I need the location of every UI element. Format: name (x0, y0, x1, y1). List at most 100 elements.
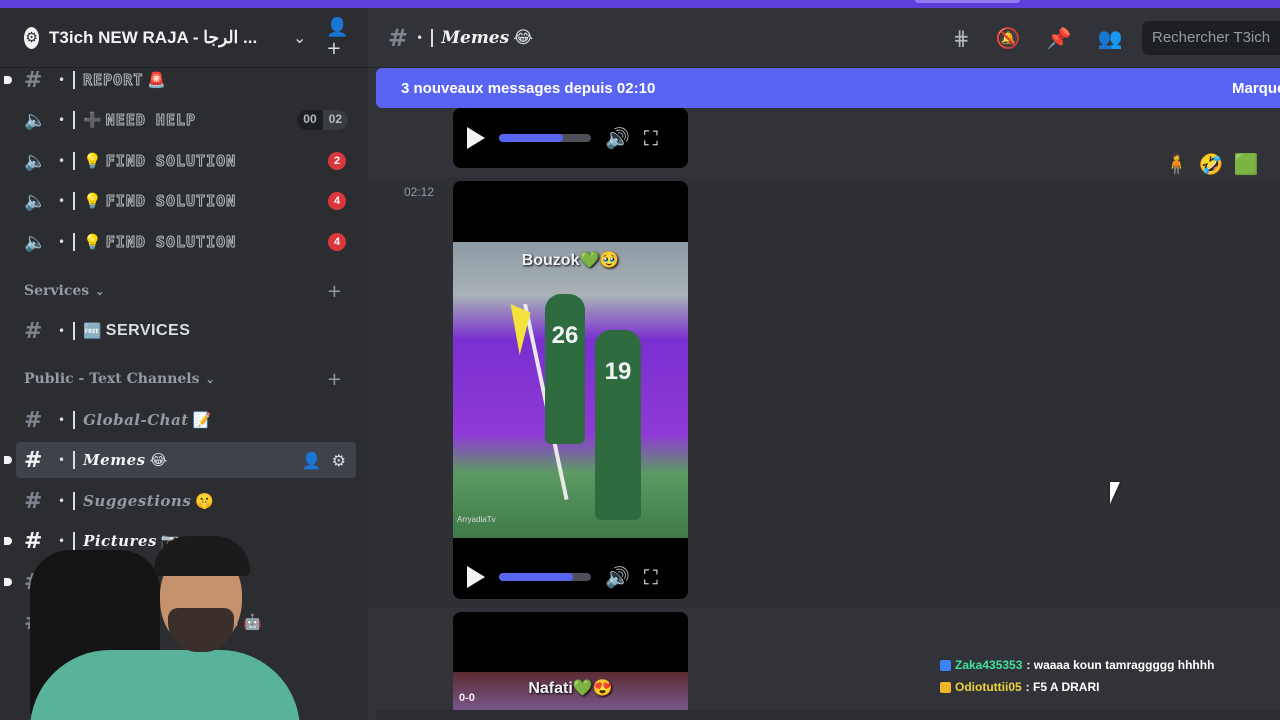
progress-bar[interactable] (499, 134, 591, 142)
category-public-text-channels[interactable]: Public - Text Channels ⌄ + (24, 367, 354, 391)
player-number: 26 (551, 322, 579, 349)
server-header[interactable]: ⚙ T3ich NEW RAJA - الرجا ... ⌄ 👤+ (0, 8, 368, 68)
voice-channel-find-solution-1[interactable]: 🔈 • 💡 FIND SOLUTION 2 (16, 143, 356, 179)
video-attachment-1[interactable]: 🔊 ⛶ (453, 108, 688, 168)
voice-user-count: 00 02 (297, 110, 348, 130)
channel-suggestions[interactable]: # • Suggestions 🤫 (16, 483, 356, 519)
video-attachment-2[interactable]: Bouzok💚🥹 26 19 ArryadiaTv 🔊 ⛶ (453, 181, 688, 599)
channel-emoji: 😂 (513, 27, 534, 48)
message-timestamp: 02:12 (404, 185, 435, 199)
stream-chat-overlay: Zaka435353 : waaaa koun tamraggggg hhhhh… (940, 654, 1280, 698)
video-frame: 0-0 Nafati💚😍 (453, 672, 688, 712)
channel-divider (73, 111, 76, 129)
play-icon[interactable] (467, 566, 485, 588)
channel-dot: • (58, 235, 66, 249)
reaction-emoji[interactable]: 🤣 (1199, 152, 1224, 176)
voice-channel-icon: 🔈 (24, 109, 47, 131)
channel-label: FIND SOLUTION (105, 233, 237, 252)
streamer-webcam-overlay (0, 530, 300, 720)
streamer-cap (154, 536, 250, 576)
lightbulb-emoji: 💡 (83, 152, 102, 170)
channel-dot: • (58, 194, 66, 208)
volume-icon[interactable]: 🔊 (605, 126, 630, 150)
selected-indicator (4, 456, 12, 464)
stream-chat-message: Odiotuttii05 : F5 A DRARI (940, 676, 1280, 698)
server-name[interactable]: T3ich NEW RAJA - الرجا ... (49, 28, 277, 48)
create-invite-icon[interactable]: 👤 (302, 451, 322, 470)
channel-report[interactable]: # • REPORT 🚨 (4, 68, 356, 98)
progress-fill (499, 573, 573, 581)
voice-count-limit: 02 (322, 110, 348, 130)
broadcaster-watermark: ArryadiaTv (457, 515, 496, 524)
video-controls: 🔊 ⛶ (453, 108, 688, 168)
text-channel-icon: # (24, 407, 43, 433)
create-channel-plus-icon[interactable]: + (327, 369, 342, 390)
channel-emoji: 🤫 (195, 492, 214, 510)
channel-dot: • (58, 154, 66, 168)
channel-global-chat[interactable]: # • Global-Chat 📝 (16, 402, 356, 438)
reaction-emoji[interactable]: 🧍 (1164, 152, 1189, 176)
channel-label: REPORT (83, 71, 144, 90)
channel-label: NEED HELP (105, 111, 197, 130)
channel-label: FIND SOLUTION (105, 192, 237, 211)
volume-icon[interactable]: 🔊 (605, 565, 630, 589)
voice-channel-find-solution-3[interactable]: 🔈 • 💡 FIND SOLUTION 4 (16, 224, 356, 260)
unread-indicator (4, 76, 12, 84)
progress-fill (499, 134, 564, 142)
chevron-down-icon: ⌄ (95, 284, 105, 298)
channel-emoji: 📝 (192, 411, 212, 429)
channel-divider (73, 71, 76, 89)
free-emoji: 🆓 (83, 322, 102, 340)
chevron-down-icon: ⌄ (205, 372, 215, 386)
chat-username: Odiotuttii05 (955, 680, 1022, 694)
fullscreen-icon[interactable]: ⛶ (644, 565, 658, 589)
progress-bar[interactable] (499, 573, 591, 581)
chat-badge-icon (940, 681, 951, 693)
channel-emoji: 😂 (149, 451, 168, 469)
invite-people-icon[interactable]: 👤+ (326, 17, 352, 59)
channel-memes[interactable]: # • Memes 😂 👤 ⚙ (4, 442, 356, 478)
fullscreen-icon[interactable]: ⛶ (644, 126, 658, 150)
new-messages-text: 3 nouveaux messages depuis 02:10 (401, 79, 656, 97)
text-channel-icon: # (24, 488, 43, 514)
channel-services[interactable]: # • 🆓 SERVICES (16, 313, 356, 349)
video-controls: 🔊 ⛶ (453, 555, 688, 599)
voice-channel-find-solution-2[interactable]: 🔈 • 💡 FIND SOLUTION 4 (16, 183, 356, 219)
chat-text: : F5 A DRARI (1025, 680, 1100, 694)
search-input[interactable]: Rechercher T3ich (1142, 21, 1280, 55)
threads-icon[interactable]: ⋕ (953, 26, 970, 50)
category-label: Services (24, 283, 90, 299)
channel-dot: • (58, 413, 66, 427)
mute-notifications-icon[interactable]: 🔕 (996, 26, 1021, 50)
lightbulb-emoji: 💡 (83, 192, 102, 210)
voice-channel-need-help[interactable]: 🔈 • ➕ NEED HELP 00 02 (16, 102, 356, 138)
channel-divider (73, 451, 76, 469)
category-services[interactable]: Services ⌄ + (24, 279, 354, 303)
mark-as-read-button[interactable]: Marquer (1232, 80, 1280, 97)
new-messages-banner[interactable]: 3 nouveaux messages depuis 02:10 Marquer (376, 68, 1280, 108)
channel-divider (73, 322, 76, 340)
create-channel-plus-icon[interactable]: + (327, 281, 342, 302)
voice-channel-icon: 🔈 (24, 190, 47, 212)
text-channel-icon: # (24, 68, 43, 93)
reaction-emoji[interactable]: 🟩 (1234, 152, 1259, 176)
stream-chat-message: Zaka435353 : waaaa koun tamraggggg hhhhh (940, 654, 1280, 676)
lightbulb-emoji: 💡 (83, 233, 102, 251)
play-icon[interactable] (467, 127, 485, 149)
video-attachment-3[interactable]: 0-0 Nafati💚😍 (453, 612, 688, 720)
streamer-beard (168, 608, 234, 652)
channel-divider (431, 28, 434, 47)
text-channel-icon: # (24, 447, 43, 473)
channel-title: Memes (441, 27, 510, 48)
member-list-icon[interactable]: 👥 (1098, 26, 1123, 50)
chevron-down-icon[interactable]: ⌄ (293, 28, 306, 47)
chat-text: : waaaa koun tamraggggg hhhhh (1026, 658, 1215, 672)
pin-icon[interactable]: 📌 (1047, 26, 1072, 50)
video-frame: Bouzok💚🥹 26 19 ArryadiaTv (453, 242, 688, 538)
chat-bottom-edge (376, 710, 1280, 720)
voice-channel-icon: 🔈 (24, 150, 47, 172)
channel-label: Memes (83, 451, 146, 469)
channel-emoji: 🚨 (147, 71, 166, 89)
corner-flag (510, 300, 538, 356)
gear-icon[interactable]: ⚙ (332, 451, 346, 470)
